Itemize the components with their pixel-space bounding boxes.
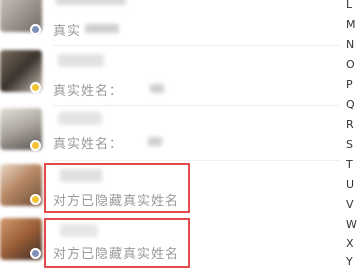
row-divider — [53, 45, 340, 46]
index-letter[interactable]: N — [346, 39, 360, 51]
index-letter[interactable]: S — [346, 139, 360, 151]
verified-badge-icon — [30, 194, 41, 205]
alphabet-index[interactable]: L M N O P Q R S T U V W X Y — [346, 0, 360, 270]
index-letter[interactable]: V — [346, 199, 360, 211]
contact-name — [56, 0, 126, 5]
real-name-value — [150, 84, 164, 93]
index-letter[interactable]: Q — [346, 99, 360, 111]
index-letter[interactable]: T — [346, 159, 360, 171]
real-name-value — [148, 137, 162, 146]
contact-row[interactable]: 真实姓名： — [0, 108, 340, 160]
contact-name — [58, 54, 104, 67]
verified-badge-icon — [30, 82, 41, 93]
index-letter[interactable]: L — [346, 0, 360, 11]
highlight-box — [44, 163, 190, 213]
index-letter[interactable]: O — [346, 59, 360, 71]
index-letter[interactable]: Y — [346, 256, 360, 268]
real-name-label: 真实姓名： — [53, 137, 124, 152]
index-letter[interactable]: R — [346, 119, 360, 131]
real-name-label: 真实 — [53, 24, 82, 39]
index-letter[interactable]: M — [346, 19, 360, 31]
row-divider — [53, 105, 340, 106]
contact-row[interactable]: 对方已隐藏真实姓名 — [0, 215, 340, 270]
verified-badge-icon — [30, 140, 41, 151]
index-letter[interactable]: W — [346, 219, 360, 231]
real-name-label: 真实姓名： — [53, 84, 124, 99]
index-letter[interactable]: X — [346, 238, 360, 250]
contact-row[interactable]: 真实 — [0, 0, 340, 40]
contact-row[interactable]: 对方已隐藏真实姓名 — [0, 160, 340, 214]
index-letter[interactable]: U — [346, 179, 360, 191]
index-letter[interactable]: P — [346, 79, 360, 91]
contact-row[interactable]: 真实姓名： — [0, 48, 340, 100]
verified-badge-icon — [30, 24, 41, 35]
verified-badge-icon — [30, 248, 41, 259]
contact-name — [58, 112, 102, 125]
highlight-box — [44, 218, 190, 268]
real-name-value — [85, 24, 119, 33]
